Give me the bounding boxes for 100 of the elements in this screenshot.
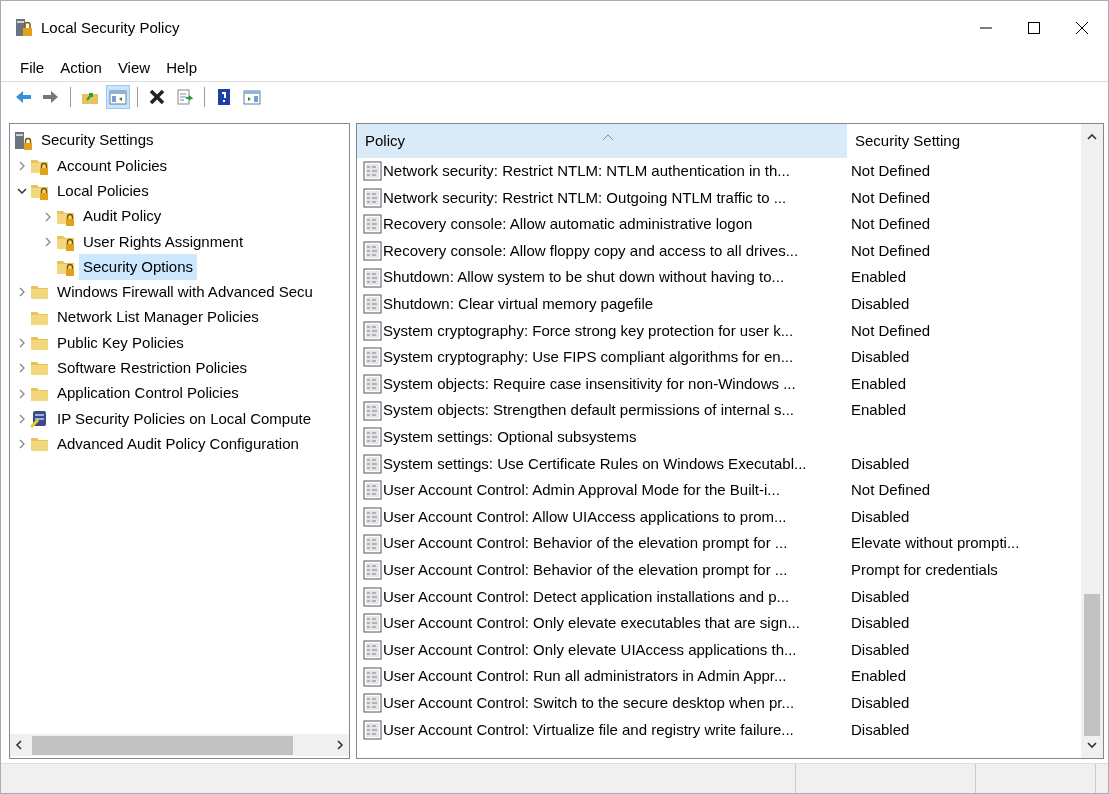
policy-icon bbox=[363, 613, 383, 634]
policy-name[interactable]: User Account Control: Admin Approval Mode for the Built-i... bbox=[383, 479, 780, 502]
scrollbar-thumb[interactable] bbox=[1084, 594, 1100, 736]
policy-icon bbox=[363, 400, 383, 421]
tree-item[interactable]: Public Key Policies bbox=[53, 329, 188, 357]
policy-name[interactable]: User Account Control: Virtualize file and registry write failure... bbox=[383, 718, 794, 741]
policy-name[interactable]: System settings: Optional subsystems bbox=[383, 426, 637, 449]
security-setting: Not Defined bbox=[850, 240, 931, 261]
menu-item[interactable]: View bbox=[110, 56, 158, 80]
security-setting: Disabled bbox=[850, 692, 910, 713]
expand-chevron-icon[interactable] bbox=[17, 439, 27, 450]
policy-icon bbox=[363, 507, 383, 527]
policy-icon bbox=[363, 161, 383, 182]
security-setting: Elevate without prompti... bbox=[850, 533, 1020, 554]
policy-icon bbox=[363, 347, 383, 368]
menu-item[interactable]: Action bbox=[53, 56, 109, 80]
security-setting: Not Defined bbox=[850, 320, 931, 341]
security-setting: Disabled bbox=[850, 613, 910, 634]
policy-name[interactable]: Recovery console: Allow floppy copy and access to all drives... bbox=[383, 239, 799, 263]
menu-item[interactable]: File bbox=[13, 56, 52, 80]
tree-item[interactable]: Local Policies bbox=[53, 178, 153, 205]
policy-name[interactable]: User Account Control: Behavior of the elevation prompt for ... bbox=[383, 558, 788, 582]
expand-chevron-icon[interactable] bbox=[17, 338, 27, 348]
pane-icon bbox=[243, 87, 261, 106]
scroll-down-icon[interactable] bbox=[1087, 741, 1097, 749]
policy-name[interactable]: Shutdown: Allow system to be shut down without having to... bbox=[383, 266, 785, 289]
delete-x-icon bbox=[148, 87, 166, 106]
tree-item[interactable]: User Rights Assignment bbox=[79, 228, 248, 256]
policy-icon bbox=[363, 693, 383, 714]
expand-chevron-icon[interactable] bbox=[17, 160, 27, 171]
security-setting: Prompt for credentials bbox=[850, 559, 998, 580]
maximize-icon bbox=[1028, 22, 1040, 34]
policy-icon bbox=[363, 214, 383, 235]
app-icon bbox=[15, 18, 33, 38]
pane-icon bbox=[109, 87, 127, 106]
policy-name[interactable]: System objects: Strengthen default permissions of internal s... bbox=[383, 399, 795, 422]
expand-chevron-icon[interactable] bbox=[43, 236, 53, 247]
expand-chevron-icon[interactable] bbox=[43, 211, 53, 222]
policy-icon bbox=[363, 374, 383, 395]
expand-chevron-icon[interactable] bbox=[17, 413, 27, 424]
column-header[interactable]: Policy bbox=[357, 124, 847, 158]
tree-item[interactable]: Network List Manager Policies bbox=[53, 304, 263, 331]
vertical-scrollbar[interactable] bbox=[1081, 124, 1103, 758]
policy-icon bbox=[363, 267, 383, 288]
tree-item[interactable]: Windows Firewall with Advanced Secu bbox=[53, 279, 317, 306]
tree-item[interactable]: Security Settings bbox=[37, 127, 158, 154]
policy-name[interactable]: System cryptography: Force strong key protection for user k... bbox=[383, 319, 794, 343]
tree-item[interactable]: Security Options bbox=[79, 253, 198, 281]
tree-item[interactable]: Account Policies bbox=[53, 152, 172, 180]
menu-item[interactable]: Help bbox=[159, 56, 204, 80]
security-setting: Enabled bbox=[850, 373, 907, 394]
policy-name[interactable]: User Account Control: Only elevate executables that are sign... bbox=[383, 612, 800, 635]
security-setting: Disabled bbox=[850, 586, 910, 607]
scroll-left-icon[interactable] bbox=[15, 740, 23, 750]
collapse-chevron-icon[interactable] bbox=[17, 186, 27, 197]
sort-up-icon bbox=[602, 133, 614, 141]
tree-item[interactable]: Advanced Audit Policy Configuration bbox=[53, 430, 303, 458]
security-setting: Not Defined bbox=[850, 187, 931, 208]
policy-name[interactable]: User Account Control: Only elevate UIAccess applications th... bbox=[383, 638, 797, 662]
horizontal-scrollbar[interactable] bbox=[10, 734, 349, 756]
policy-name[interactable]: System cryptography: Use FIPS compliant algorithms for en... bbox=[383, 346, 794, 369]
close-icon bbox=[1076, 22, 1088, 34]
policy-icon bbox=[363, 719, 383, 740]
policy-name[interactable]: Network security: Restrict NTLM: NTLM authentication in th... bbox=[383, 160, 790, 183]
policy-name[interactable]: Network security: Restrict NTLM: Outgoing NTLM traffic to ... bbox=[383, 186, 787, 210]
expand-chevron-icon[interactable] bbox=[17, 388, 27, 399]
security-setting: Enabled bbox=[850, 267, 907, 288]
policy-icon bbox=[363, 427, 383, 448]
scroll-up-icon[interactable] bbox=[1087, 133, 1097, 141]
help-book-icon bbox=[215, 87, 233, 106]
policy-icon bbox=[363, 453, 383, 474]
policy-name[interactable]: Shutdown: Clear virtual memory pagefile bbox=[383, 293, 654, 316]
security-setting: Disabled bbox=[850, 719, 910, 740]
tree-item[interactable]: Software Restriction Policies bbox=[53, 355, 252, 382]
policy-name[interactable]: System settings: Use Certificate Rules on Windows Executabl... bbox=[383, 452, 807, 476]
security-settings-icon bbox=[14, 130, 34, 151]
policy-icon bbox=[363, 480, 383, 501]
policy-name[interactable]: System objects: Require case insensitivity for non-Windows ... bbox=[383, 372, 796, 396]
security-setting: Disabled bbox=[850, 639, 910, 660]
security-setting: Enabled bbox=[850, 666, 907, 687]
security-setting: Enabled bbox=[850, 400, 907, 421]
tree-item[interactable]: Application Control Policies bbox=[53, 380, 243, 407]
policy-name[interactable]: User Account Control: Allow UIAccess applications to prom... bbox=[383, 505, 787, 529]
policy-name[interactable]: User Account Control: Behavior of the elevation prompt for ... bbox=[383, 532, 788, 555]
policy-icon bbox=[363, 640, 383, 660]
expand-chevron-icon[interactable] bbox=[17, 287, 27, 298]
tree-item[interactable]: Audit Policy bbox=[79, 203, 166, 230]
scroll-right-icon[interactable] bbox=[336, 740, 344, 750]
policy-name[interactable]: User Account Control: Detect application installations and p... bbox=[383, 585, 790, 609]
expand-chevron-icon[interactable] bbox=[17, 363, 27, 374]
policy-name[interactable]: User Account Control: Switch to the secure desktop when pr... bbox=[383, 691, 795, 715]
policy-icon bbox=[363, 294, 383, 315]
policy-name[interactable]: Recovery console: Allow automatic administrative logon bbox=[383, 213, 753, 236]
policy-icon bbox=[363, 320, 383, 341]
tree-item[interactable]: IP Security Policies on Local Compute bbox=[53, 405, 316, 433]
scrollbar-thumb[interactable] bbox=[32, 735, 293, 755]
security-setting: Not Defined bbox=[850, 214, 931, 235]
policy-icon bbox=[363, 241, 383, 262]
policy-name[interactable]: User Account Control: Run all administrators in Admin Appr... bbox=[383, 665, 787, 688]
column-header[interactable]: Security Setting bbox=[847, 124, 1057, 158]
